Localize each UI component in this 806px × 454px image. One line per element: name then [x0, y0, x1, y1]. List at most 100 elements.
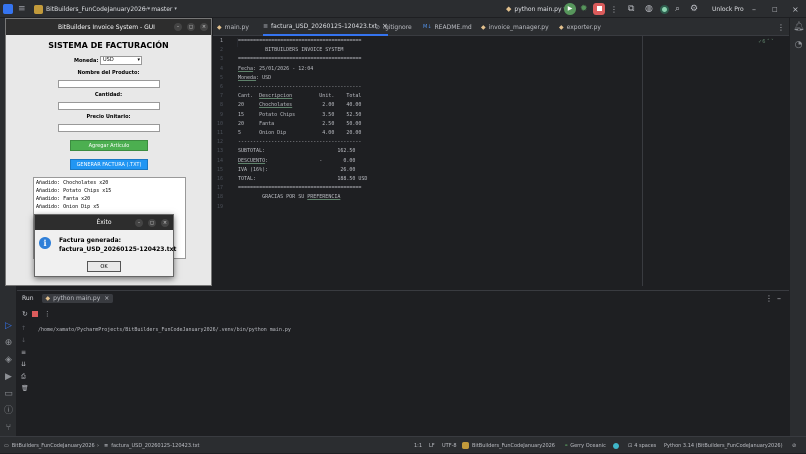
log-line: Añadido: Onion Dip x5	[36, 204, 100, 210]
log-line: Añadido: Chocholates x20	[36, 180, 109, 186]
status-circle-icon[interactable]	[613, 437, 619, 454]
tab-main-py[interactable]: ◆ main.py	[217, 18, 249, 36]
currency-label: Moneda:	[74, 58, 99, 64]
file-encoding[interactable]: UTF-8	[442, 437, 457, 454]
folder-icon: ▭	[4, 442, 9, 449]
caret-position[interactable]: 1:1	[414, 437, 422, 454]
maximize-icon[interactable]: ◻	[148, 219, 156, 227]
ok-button[interactable]: OK	[87, 261, 121, 272]
code-line: ========================================…	[238, 185, 362, 192]
plugin-status-icon[interactable]	[660, 0, 669, 18]
stop-icon	[593, 3, 605, 15]
run-button[interactable]: ▶	[564, 0, 576, 18]
theme-icon: ⚭	[564, 442, 569, 449]
minimize-icon[interactable]: –	[752, 0, 756, 18]
ai-chat-icon[interactable]: ◔	[793, 40, 804, 51]
maximize-icon[interactable]: □	[772, 0, 778, 18]
python-file-icon: ◆	[481, 23, 486, 31]
git-tool-icon[interactable]: ⑂	[3, 423, 14, 434]
project-icon	[462, 442, 469, 449]
generate-invoice-button[interactable]: GENERAR FACTURA (.TXT)	[70, 159, 148, 170]
trash-icon[interactable]: 🗑︎	[21, 385, 29, 392]
title-bar: ≡ BitBuilders_FunCodeJanuary2026 ▾ ⑂ mas…	[0, 0, 806, 18]
menu-logo-icon[interactable]	[3, 0, 13, 18]
line-ending[interactable]: LF	[429, 437, 435, 454]
product-input[interactable]	[58, 80, 160, 88]
add-item-button[interactable]: Agregar Artículo	[70, 140, 148, 151]
gear-icon[interactable]: ⚙	[690, 0, 698, 18]
theme-indicator[interactable]: ⚭ Gerry Oceanic	[564, 437, 606, 454]
run-options-icon[interactable]: ⋮	[765, 294, 773, 303]
close-icon[interactable]: ×	[792, 0, 799, 18]
console-tool-icon[interactable]: ▶	[3, 372, 14, 383]
services-tool-icon[interactable]: ⊕	[3, 338, 14, 349]
python-icon: ◆	[506, 5, 512, 13]
branch-icon: ⑂	[144, 5, 149, 13]
stop-button[interactable]	[593, 0, 605, 18]
notifications-icon[interactable]: 🔔︎	[793, 22, 804, 33]
breadcrumb-file[interactable]: ≣ factura_USD_20260125-120423.txt	[104, 437, 200, 454]
tab-exporter[interactable]: ◆ exporter.py	[559, 18, 601, 36]
line-number: 8	[219, 102, 223, 109]
close-icon[interactable]: ×	[161, 219, 169, 227]
run-config-selector[interactable]: ◆ python main.py ▾	[506, 0, 566, 18]
editor-code[interactable]: ✓6 ˄ ˅ =================================…	[238, 36, 789, 286]
unlock-pro-button[interactable]: Unlock Pro	[712, 0, 744, 18]
price-label: Precio Unitario:	[86, 114, 131, 120]
print-icon[interactable]: ⎙	[21, 373, 26, 381]
maximize-icon[interactable]: ◻	[187, 23, 195, 31]
search-icon[interactable]: ⌕	[675, 0, 680, 18]
run-tab[interactable]: ◆ python main.py ×	[41, 293, 114, 303]
close-icon[interactable]: ×	[200, 23, 208, 31]
quantity-input[interactable]	[58, 102, 160, 110]
project-selector[interactable]: BitBuilders_FunCodeJanuary2026 ▾	[34, 0, 150, 18]
scroll-end-icon[interactable]: ⇊	[21, 361, 26, 368]
tab-label: invoice_manager.py	[488, 23, 549, 31]
packages-tool-icon[interactable]: ◈	[3, 355, 14, 366]
currency-select[interactable]: USD ▾	[100, 56, 142, 65]
tab-options-icon[interactable]: ⋮	[777, 18, 785, 36]
rerun-icon[interactable]: ↻	[22, 310, 28, 318]
tab-readme[interactable]: M↓ README.md	[423, 18, 472, 36]
line-number: 7	[219, 93, 223, 100]
python-file-icon: ◆	[559, 23, 564, 31]
tab-label: README.md	[434, 23, 472, 31]
terminal-tool-icon[interactable]: ▭	[3, 389, 14, 400]
interpreter-selector[interactable]: Python 3.14 (BitBuilders_FunCodeJanuary2…	[664, 437, 783, 454]
soft-wrap-icon[interactable]: ≡	[21, 349, 26, 356]
text-file-icon: ≣	[263, 22, 269, 30]
hide-panel-icon[interactable]: –	[777, 294, 781, 303]
run-side-toolbar: ↑ ↓ ≡ ⇊ ⎙ 🗑︎	[17, 321, 33, 431]
more-actions-icon[interactable]: ⋮	[610, 0, 618, 18]
ai-status-icon[interactable]: ⊘	[792, 437, 796, 454]
line-number: 3	[219, 56, 223, 63]
minimize-icon[interactable]: –	[135, 219, 143, 227]
price-input[interactable]	[58, 124, 160, 132]
breadcrumb-project[interactable]: ▭ BitBuilders_FunCodeJanuary2026	[4, 437, 95, 454]
more-icon[interactable]: ⋮	[44, 310, 51, 318]
inspection-widget[interactable]: ✓6 ˄ ˅	[758, 39, 774, 45]
run-tool-icon[interactable]: ▷	[3, 321, 14, 332]
branch-name: master	[151, 5, 173, 13]
minimize-icon[interactable]: –	[174, 23, 182, 31]
arrow-up-icon[interactable]: ↑	[21, 325, 26, 332]
line-number: 9	[219, 111, 223, 118]
tab-invoice-manager[interactable]: ◆ invoice_manager.py	[481, 18, 549, 36]
branch-selector[interactable]: ⑂ master ▾	[144, 0, 177, 18]
code-with-me-icon[interactable]: ⧉	[628, 0, 634, 18]
run-tab-label: python main.py	[53, 294, 101, 302]
status-project-selector[interactable]: BitBuilders_FunCodeJanuary2026	[462, 437, 555, 454]
close-tab-icon[interactable]: ×	[104, 295, 109, 302]
line-number: 5	[219, 74, 223, 81]
tab-gitignore[interactable]: ⊘ .gitignore	[375, 18, 412, 36]
stop-icon[interactable]	[31, 311, 38, 317]
tab-invoice-txt[interactable]: ≣ factura_USD_20260125-120423.txt ×	[263, 18, 388, 36]
indent-indicator[interactable]: ⊡ 4 spaces	[628, 437, 656, 454]
hamburger-menu-icon[interactable]: ≡	[18, 0, 26, 18]
arrow-down-icon[interactable]: ↓	[21, 337, 26, 344]
debug-icon[interactable]: ✹	[580, 0, 588, 18]
code-line: ----------------------------------------…	[238, 84, 362, 90]
problems-tool-icon[interactable]: ⓘ	[3, 406, 14, 417]
ai-assistant-icon[interactable]: ◍	[645, 0, 653, 18]
run-toolbar: ↻ ⋮	[17, 309, 789, 319]
